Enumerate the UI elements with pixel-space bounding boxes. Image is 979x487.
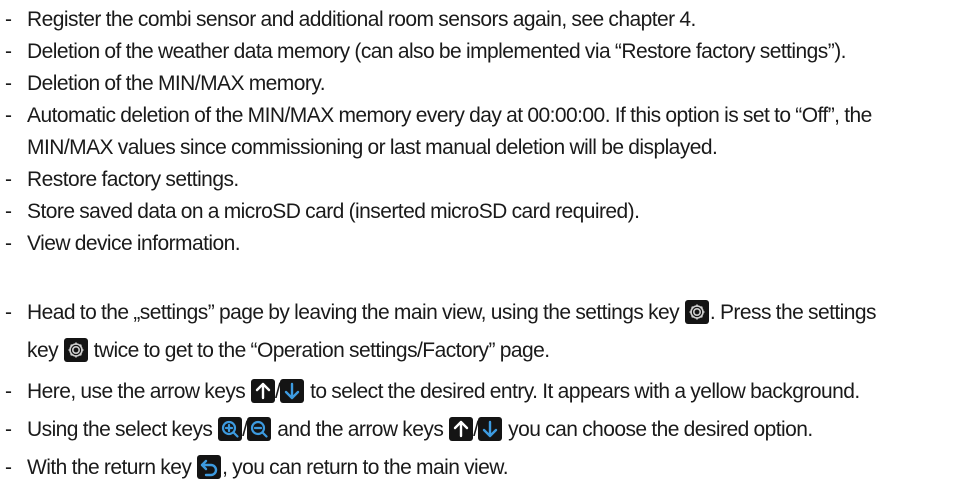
bullet-dash: - <box>5 418 12 441</box>
list-item-return-instruction: - With the return key , you can return t… <box>0 449 979 487</box>
menu-options-list: - Register the combi sensor and addition… <box>0 4 979 260</box>
instruction-text: Using the select keys <box>27 418 218 441</box>
instruction-line2: key twice to get to the “Operation setti… <box>27 332 979 370</box>
list-item-arrow-instruction: - Here, use the arrow keys / to select t… <box>0 373 979 411</box>
instruction-text: Here, use the arrow keys <box>27 380 251 403</box>
list-item-text: Restore factory settings. <box>27 168 239 191</box>
bullet-dash: - <box>5 168 12 191</box>
bullet-dash: - <box>5 104 12 127</box>
list-item-text: Register the combi sensor and additional… <box>27 8 696 31</box>
list-item-settings-instruction: - Head to the „settings” page by leaving… <box>0 294 979 370</box>
bullet-dash: - <box>5 456 12 479</box>
instruction-text: twice to get to the “Operation settings/… <box>88 339 550 362</box>
instruction-text: to select the desired entry. It appears … <box>305 380 860 403</box>
list-item-text: Deletion of the MIN/MAX memory. <box>27 72 326 95</box>
instruction-text: key <box>27 339 63 362</box>
list-item: - Register the combi sensor and addition… <box>0 4 979 36</box>
instruction-text: you can choose the desired option. <box>503 418 813 441</box>
list-item: - Restore factory settings. <box>0 164 979 196</box>
list-item-text-line2: MIN/MAX values since commissioning or la… <box>27 136 718 159</box>
instruction-text: . Press the settings <box>709 301 877 324</box>
list-item: - View device information. <box>0 228 979 260</box>
list-item-select-instruction: - Using the select keys / and the arrow … <box>0 411 979 449</box>
bullet-dash: - <box>5 40 12 63</box>
arrow-down-icon <box>478 417 503 441</box>
instructions-list: - Head to the „settings” page by leaving… <box>0 294 979 487</box>
bullet-dash: - <box>5 200 12 223</box>
zoom-out-icon <box>247 417 272 441</box>
list-item-text: View device information. <box>27 232 241 255</box>
bullet-dash: - <box>5 380 12 403</box>
zoom-in-icon <box>218 417 243 441</box>
return-icon <box>197 455 222 479</box>
arrow-down-icon <box>280 379 305 403</box>
bullet-dash: - <box>5 232 12 255</box>
instruction-text: With the return key <box>27 456 197 479</box>
list-item: - Deletion of the MIN/MAX memory. <box>0 68 979 100</box>
bullet-dash: - <box>5 72 12 95</box>
instruction-text: , you can return to the main view. <box>222 456 509 479</box>
list-item-text: Store saved data on a microSD card (inse… <box>27 200 640 223</box>
gear-icon <box>63 338 88 362</box>
instruction-line1: Head to the „settings” page by leaving t… <box>27 294 979 332</box>
list-item-text-line1: Automatic deletion of the MIN/MAX memory… <box>27 104 872 127</box>
bullet-dash: - <box>5 8 12 31</box>
instruction-text: and the arrow keys <box>277 418 449 441</box>
arrow-up-icon <box>251 379 276 403</box>
list-item-text: Deletion of the weather data memory (can… <box>27 40 846 63</box>
manual-page: - Register the combi sensor and addition… <box>0 0 979 482</box>
list-item: - Store saved data on a microSD card (in… <box>0 196 979 228</box>
list-item: - Deletion of the weather data memory (c… <box>0 36 979 68</box>
list-item: - Automatic deletion of the MIN/MAX memo… <box>0 100 979 164</box>
arrow-up-icon <box>449 417 474 441</box>
instruction-text: Head to the „settings” page by leaving t… <box>27 301 684 324</box>
gear-icon <box>684 300 709 324</box>
bullet-dash: - <box>5 301 12 324</box>
